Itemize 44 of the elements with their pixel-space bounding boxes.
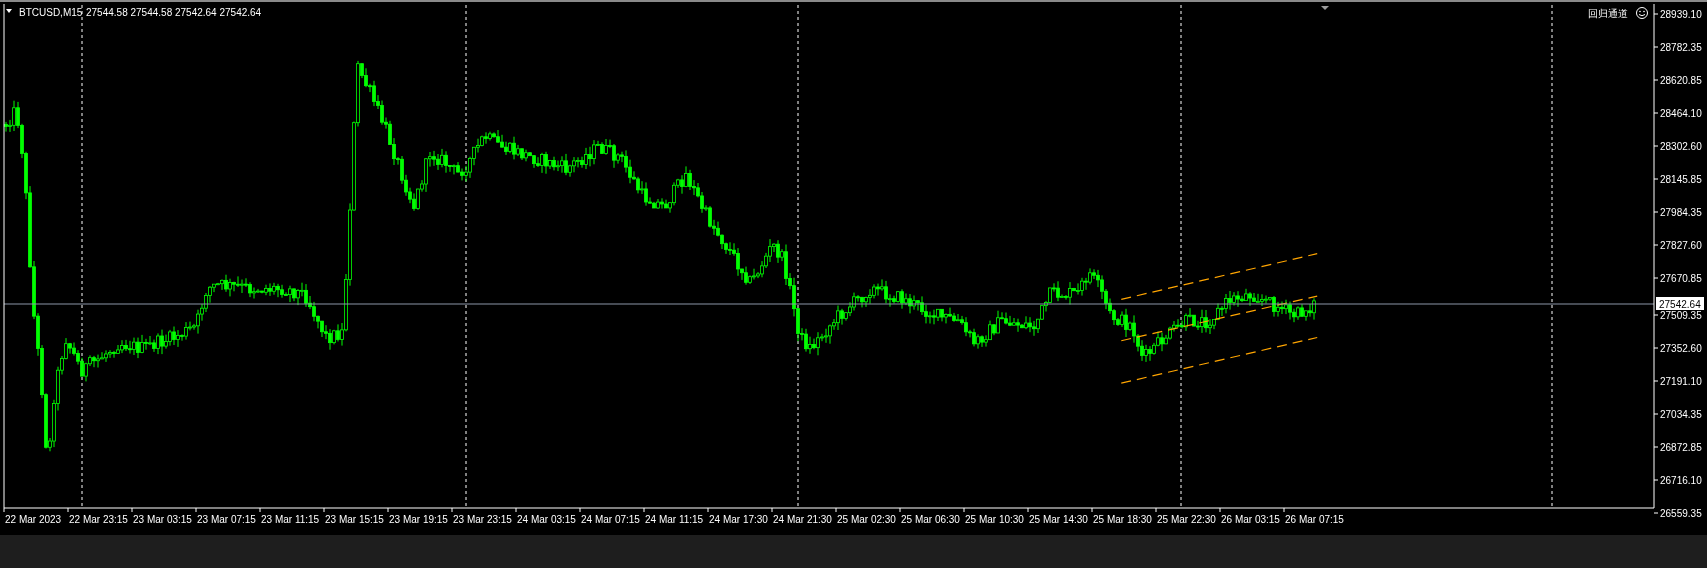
time-label: 23 Mar 19:15	[389, 514, 448, 525]
time-label: 24 Mar 11:15	[645, 514, 704, 525]
price-label: 26559.35	[1660, 508, 1702, 519]
price-label: 28145.85	[1660, 174, 1702, 185]
time-label: 24 Mar 07:15	[581, 514, 640, 525]
price-label: 27670.85	[1660, 273, 1702, 284]
price-label: 28464.10	[1660, 108, 1702, 119]
time-label: 23 Mar 11:15	[261, 514, 320, 525]
price-label: 27509.35	[1660, 310, 1702, 321]
current-price-label: 27542.64	[1656, 297, 1704, 310]
indicator-label: 回归通道	[1588, 8, 1628, 19]
time-label: 22 Mar 2023	[5, 514, 62, 525]
price-label: 28782.35	[1660, 42, 1702, 53]
time-label: 25 Mar 02:30	[837, 514, 896, 525]
time-label: 23 Mar 07:15	[197, 514, 256, 525]
price-label: 27984.35	[1660, 207, 1702, 218]
time-label: 26 Mar 07:15	[1285, 514, 1344, 525]
price-label: 28939.10	[1660, 9, 1702, 20]
price-label: 27034.35	[1660, 409, 1702, 420]
price-label: 28620.85	[1660, 75, 1702, 86]
price-label: 27191.10	[1660, 376, 1702, 387]
quote-text: 27544.58 27544.58 27542.64 27542.64	[86, 7, 262, 18]
price-label: 26872.85	[1660, 442, 1702, 453]
time-label: 23 Mar 23:15	[453, 514, 512, 525]
time-label: 24 Mar 21:30	[773, 514, 832, 525]
time-label: 25 Mar 14:30	[1029, 514, 1088, 525]
dropdown-icon[interactable]	[6, 9, 12, 13]
time-label: 24 Mar 17:30	[709, 514, 768, 525]
shift-marker-icon[interactable]	[1321, 6, 1329, 10]
time-label: 24 Mar 03:15	[517, 514, 576, 525]
price-label: 27352.60	[1660, 343, 1702, 354]
time-label: 25 Mar 06:30	[901, 514, 960, 525]
smiley-icon	[1636, 7, 1648, 19]
price-label: 26716.10	[1660, 475, 1702, 486]
price-label: 28302.60	[1660, 141, 1702, 152]
time-label: 23 Mar 03:15	[133, 514, 192, 525]
time-label: 26 Mar 03:15	[1221, 514, 1280, 525]
time-label: 25 Mar 10:30	[965, 514, 1024, 525]
time-label: 23 Mar 15:15	[325, 514, 384, 525]
price-label: 27827.60	[1660, 240, 1702, 251]
time-label: 25 Mar 22:30	[1157, 514, 1216, 525]
time-label: 25 Mar 18:30	[1093, 514, 1152, 525]
symbol-label: BTCUSD,M15	[19, 7, 83, 18]
time-label: 22 Mar 23:15	[69, 514, 128, 525]
